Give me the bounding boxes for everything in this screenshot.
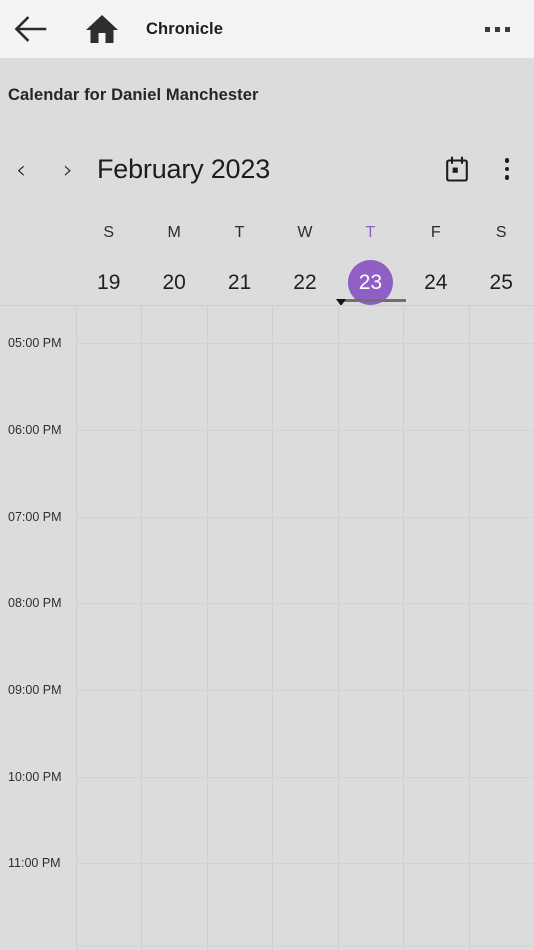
time-label: 09:00 PM (8, 683, 62, 697)
day-number-label: 25 (489, 271, 513, 294)
appbar-overflow-button[interactable] (474, 0, 520, 58)
next-week-button[interactable]: › (47, 136, 89, 202)
column-divider (469, 305, 470, 950)
chevron-left-icon: ‹ (16, 154, 26, 184)
page-title: Calendar for Daniel Manchester (8, 86, 259, 104)
time-label: 05:00 PM (8, 336, 62, 350)
app-title: Chronicle (146, 19, 223, 38)
week-header: S 19 M 20 T 21 W 22 T 23 F 24 S 25 (0, 202, 534, 305)
chevron-right-icon: › (63, 154, 73, 184)
home-button[interactable] (72, 0, 132, 58)
column-divider (403, 305, 404, 950)
day-number-badge: 22 (282, 260, 327, 305)
column-divider (207, 305, 208, 950)
calendar-picker-icon (446, 155, 468, 182)
day-number-badge: 25 (479, 260, 524, 305)
month-navigation-bar: ‹ › February 2023 (0, 136, 534, 202)
day-number-label: 19 (97, 271, 121, 294)
time-label: 07:00 PM (8, 510, 62, 524)
selected-day-underline (340, 299, 406, 302)
day-of-week-label: T (234, 224, 245, 241)
week-day-strip: S 19 M 20 T 21 W 22 T 23 F 24 S 25 (76, 202, 534, 305)
time-gutter-divider (76, 305, 77, 950)
week-day-0[interactable]: S 19 (76, 202, 141, 305)
week-day-1[interactable]: M 20 (141, 202, 206, 305)
page-title-band: Calendar for Daniel Manchester (0, 58, 534, 136)
date-picker-button[interactable] (440, 147, 474, 191)
week-day-4-selected[interactable]: T 23 (338, 202, 403, 305)
overflow-ellipsis-icon (484, 26, 510, 32)
grid-bottom-line (76, 945, 534, 946)
day-number-badge: 20 (152, 260, 197, 305)
grid-top-border (0, 305, 534, 306)
day-of-week-label: S (103, 224, 115, 241)
vertical-dots-icon (504, 158, 510, 180)
day-number-label: 20 (162, 271, 186, 294)
hour-line (76, 430, 534, 431)
week-day-5[interactable]: F 24 (403, 202, 468, 305)
column-divider (338, 305, 339, 950)
day-time-grid[interactable]: 05:00 PM 06:00 PM 07:00 PM 08:00 PM 09:0… (0, 305, 534, 950)
app-bar: Chronicle (0, 0, 534, 58)
day-of-week-label: M (167, 224, 181, 241)
day-number-badge: 24 (413, 260, 458, 305)
hour-line (76, 777, 534, 778)
month-actions (440, 136, 524, 202)
hour-line (76, 517, 534, 518)
day-number-label: 24 (424, 271, 448, 294)
hour-line (76, 863, 534, 864)
month-year-label[interactable]: February 2023 (97, 136, 270, 202)
day-of-week-label: S (495, 224, 507, 241)
week-day-3[interactable]: W 22 (272, 202, 337, 305)
time-label: 11:00 PM (8, 856, 61, 870)
time-label: 06:00 PM (8, 423, 62, 437)
hour-line (76, 343, 534, 344)
day-number-label: 22 (293, 271, 317, 294)
back-arrow-icon (14, 16, 47, 42)
week-day-2[interactable]: T 21 (207, 202, 272, 305)
time-label: 08:00 PM (8, 596, 62, 610)
column-divider (141, 305, 142, 950)
day-number-label: 21 (227, 271, 252, 294)
back-button[interactable] (0, 0, 62, 58)
calendar-overflow-button[interactable] (490, 147, 524, 191)
time-label: 10:00 PM (8, 770, 62, 784)
day-number-badge: 19 (86, 260, 131, 305)
day-of-week-label: F (430, 224, 441, 241)
hour-line (76, 690, 534, 691)
day-number-badge: 21 (217, 260, 262, 305)
home-icon (86, 15, 118, 43)
week-day-6[interactable]: S 25 (469, 202, 534, 305)
day-number-label: 23 (358, 271, 383, 294)
day-of-week-label: W (297, 224, 313, 241)
day-of-week-label: T (365, 224, 376, 241)
hour-line (76, 603, 534, 604)
column-divider (272, 305, 273, 950)
previous-week-button[interactable]: ‹ (0, 136, 42, 202)
